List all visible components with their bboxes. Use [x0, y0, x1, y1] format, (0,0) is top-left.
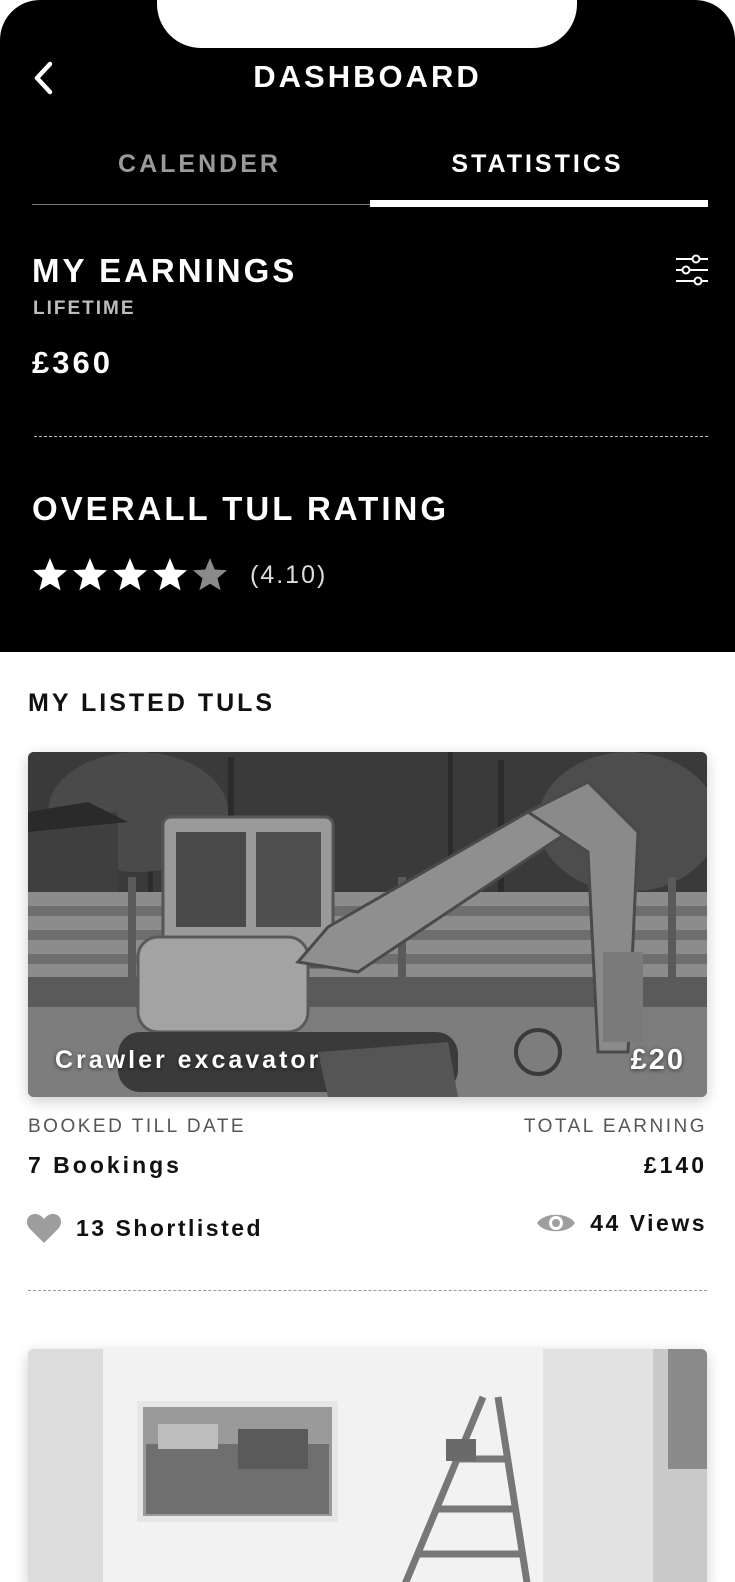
eye-icon: [537, 1214, 576, 1232]
section-divider: [34, 436, 708, 437]
views-stat: 44 Views: [536, 1208, 707, 1238]
listing-image-ladder[interactable]: [28, 1349, 707, 1582]
app-screen: DASHBOARD CALENDER STATISTICS MY EARNING…: [0, 0, 735, 1582]
listed-tuls-title: MY LISTED TULS: [28, 689, 276, 717]
earnings-period: LIFETIME: [33, 298, 136, 319]
active-tab-indicator: [370, 200, 708, 207]
room-ladder-photo: [28, 1349, 707, 1582]
heart-icon: [26, 1213, 62, 1243]
shortlisted-count: 13 Shortlisted: [76, 1214, 264, 1241]
star-icon: [113, 558, 147, 591]
star-icon: [33, 558, 67, 591]
views-count: 44 Views: [590, 1209, 707, 1236]
dashboard-header-panel: DASHBOARD CALENDER STATISTICS MY EARNING…: [0, 0, 735, 652]
listing-divider: [28, 1290, 707, 1291]
earnings-amount: £360: [32, 345, 113, 380]
rating-title: OVERALL TUL RATING: [32, 490, 449, 527]
shortlisted-stat: 13 Shortlisted: [26, 1212, 263, 1244]
total-earning-value: £140: [643, 1152, 707, 1178]
page-title: DASHBOARD: [253, 59, 482, 94]
listing-image-excavator[interactable]: Crawler excavator £20: [28, 752, 707, 1097]
bookings-count: 7 Bookings: [28, 1152, 182, 1178]
listing-name: Crawler excavator: [55, 1046, 322, 1074]
sliders-icon: [676, 254, 708, 286]
listing-price: £20: [630, 1044, 685, 1076]
filter-button[interactable]: [674, 252, 710, 288]
device-notch: [157, 0, 577, 48]
star-empty-icon: [193, 558, 227, 591]
star-icon: [153, 558, 187, 591]
rating-stars: [32, 556, 232, 596]
rating-value: (4.10): [250, 561, 328, 589]
earnings-title: MY EARNINGS: [32, 252, 298, 289]
tab-calender[interactable]: CALENDER: [32, 150, 367, 179]
booked-label: BOOKED TILL DATE: [28, 1116, 247, 1137]
tab-statistics[interactable]: STATISTICS: [370, 150, 705, 179]
total-earning-label: TOTAL EARNING: [523, 1116, 707, 1137]
star-icon: [73, 558, 107, 591]
